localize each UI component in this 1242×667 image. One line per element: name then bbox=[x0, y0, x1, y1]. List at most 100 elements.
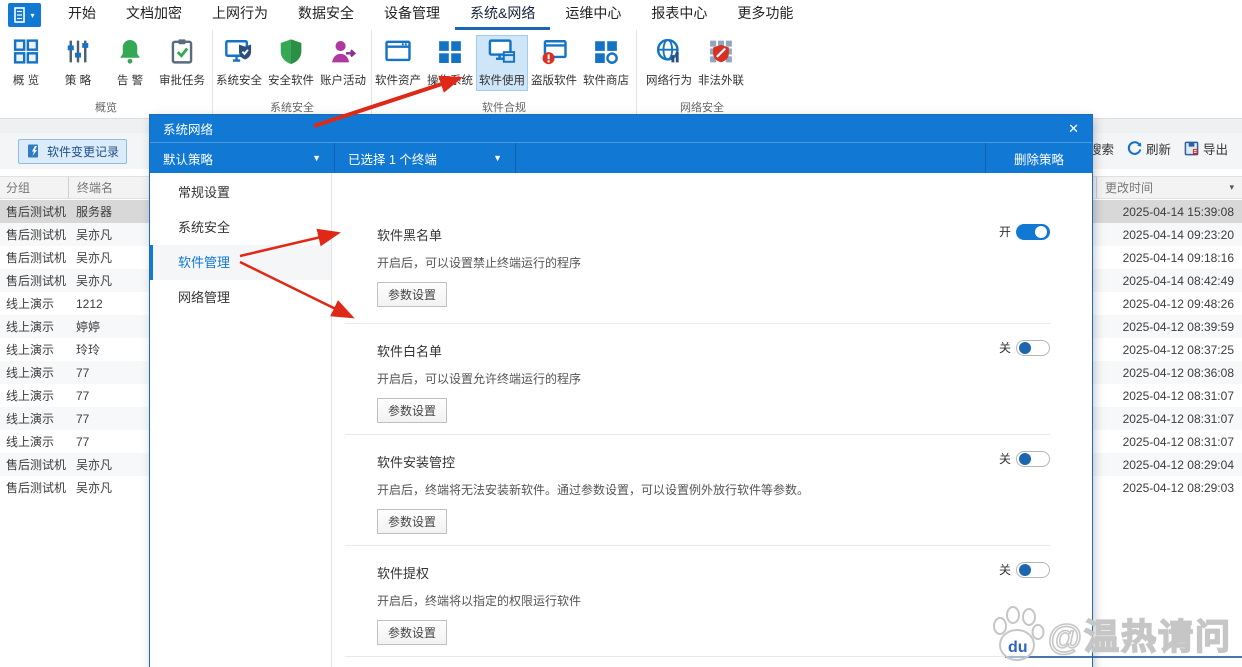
section-title: 软件提权 bbox=[377, 563, 1050, 582]
section-description: 开启后，可以设置允许终端运行的程序 bbox=[377, 370, 1050, 387]
ribbon-item-network-behavior[interactable]: 网络行为 bbox=[643, 35, 695, 91]
blacklist-toggle[interactable] bbox=[1016, 224, 1050, 240]
pirated-software-icon bbox=[539, 37, 569, 66]
monitor-shield-icon bbox=[224, 37, 254, 66]
section-title: 软件黑名单 bbox=[377, 225, 1050, 244]
tab-start[interactable]: 开始 bbox=[53, 0, 111, 30]
refresh-button[interactable]: 刷新 bbox=[1127, 139, 1171, 158]
section-software-blacklist: 软件黑名单 开启后，可以设置禁止终端运行的程序 参数设置 开 bbox=[345, 208, 1050, 324]
whitelist-toggle[interactable] bbox=[1016, 340, 1050, 356]
ribbon-group-system-security: 系统安全 安全软件 账户活动 系统安全 bbox=[213, 30, 372, 118]
tab-web-behavior[interactable]: 上网行为 bbox=[197, 0, 283, 30]
section-piracy-detection: 盗版检测 开启后，可以检测终端的盗版软件及盗版Windows系统信息 关 bbox=[345, 657, 1050, 667]
ribbon-group-label: 软件合规 bbox=[372, 99, 636, 115]
globe-chart-icon bbox=[654, 37, 684, 66]
install-control-toggle[interactable] bbox=[1016, 451, 1050, 467]
close-icon[interactable]: ✕ bbox=[1068, 121, 1079, 137]
privilege-toggle[interactable] bbox=[1016, 562, 1050, 578]
delete-policy-button[interactable]: 删除策略 bbox=[985, 143, 1092, 173]
toggle-state-label: 关 bbox=[999, 450, 1011, 467]
tab-more-functions[interactable]: 更多功能 bbox=[722, 0, 808, 30]
column-header-modified-time[interactable]: 更改时间▾ bbox=[1096, 177, 1242, 198]
param-settings-button[interactable]: 参数设置 bbox=[377, 620, 447, 645]
policy-sliders-icon bbox=[63, 37, 93, 66]
account-activity-icon bbox=[328, 37, 358, 66]
sort-caret-icon[interactable]: ▾ bbox=[1229, 182, 1234, 193]
ribbon-item-account-activity[interactable]: 账户活动 bbox=[317, 35, 369, 91]
app-menu-button[interactable]: ▾ bbox=[8, 3, 41, 27]
toggle-state-label: 关 bbox=[999, 339, 1011, 356]
app-window: ▾ 开始 文档加密 上网行为 数据安全 设备管理 系统&网络 运维中心 报表中心… bbox=[0, 0, 1242, 667]
ribbon-item-illegal-connection[interactable]: 非法外联 bbox=[695, 35, 747, 91]
dialog-sidebar: 常规设置 系统安全 软件管理 网络管理 bbox=[150, 173, 332, 667]
table-tools: 搜索 刷新 导出 bbox=[1070, 139, 1228, 158]
chevron-down-icon: ▼ bbox=[312, 153, 321, 163]
os-squares-icon bbox=[435, 37, 465, 66]
section-software-privilege: 软件提权 开启后，终端将以指定的权限运行软件 参数设置 关 bbox=[345, 546, 1050, 657]
ribbon-item-overview[interactable]: 概 览 bbox=[0, 35, 52, 91]
param-settings-button[interactable]: 参数设置 bbox=[377, 282, 447, 307]
window-bottom-edge bbox=[1005, 656, 1242, 658]
section-description: 开启后，可以设置禁止终端运行的程序 bbox=[377, 254, 1050, 271]
ribbon-item-system-security[interactable]: 系统安全 bbox=[213, 35, 265, 91]
tab-doc-encryption[interactable]: 文档加密 bbox=[111, 0, 197, 30]
chevron-down-icon: ▼ bbox=[493, 153, 502, 163]
ribbon-group-label: 概览 bbox=[0, 99, 212, 115]
ribbon-item-software-asset[interactable]: 软件资产 bbox=[372, 35, 424, 91]
dialog-title-bar[interactable]: 系统网络 ✕ bbox=[150, 115, 1092, 142]
section-description: 开启后，终端将以指定的权限运行软件 bbox=[377, 592, 1050, 609]
export-button[interactable]: 导出 bbox=[1184, 139, 1228, 158]
column-header-terminal[interactable]: 终端名 bbox=[68, 177, 154, 198]
dialog-toolbar: 默认策略▼ 已选择 1 个终端▼ 删除策略 bbox=[150, 142, 1092, 173]
software-usage-icon bbox=[487, 37, 517, 66]
toggle-state-label: 关 bbox=[999, 561, 1011, 578]
ribbon-group-overview: 概 览 策 略 告 警 审批任务 概览 bbox=[0, 30, 213, 118]
app-menu-caret-icon: ▾ bbox=[30, 11, 34, 20]
section-install-control: 软件安装管控 开启后，终端将无法安装新软件。通过参数设置，可以设置例外放行软件等… bbox=[345, 435, 1050, 546]
dialog-title: 系统网络 bbox=[163, 119, 213, 138]
policy-dropdown[interactable]: 默认策略▼ bbox=[150, 143, 335, 173]
dialog-content: 软件黑名单 开启后，可以设置禁止终端运行的程序 参数设置 开 软件白名单 开启后… bbox=[332, 173, 1092, 667]
section-description: 开启后，终端将无法安装新软件。通过参数设置，可以设置例外放行软件等参数。 bbox=[377, 481, 1050, 498]
ribbon-item-operating-system[interactable]: 操作系统 bbox=[424, 35, 476, 91]
tab-report-center[interactable]: 报表中心 bbox=[636, 0, 722, 30]
ribbon-toolbar: 概 览 策 略 告 警 审批任务 概览 bbox=[0, 30, 1242, 119]
ribbon-group-label: 系统安全 bbox=[213, 99, 371, 115]
tab-ops-center[interactable]: 运维中心 bbox=[550, 0, 636, 30]
export-save-icon bbox=[1184, 141, 1199, 156]
nav-item-general-settings[interactable]: 常规设置 bbox=[150, 175, 331, 210]
nav-item-software-management[interactable]: 软件管理 bbox=[150, 245, 331, 280]
ribbon-item-security-software[interactable]: 安全软件 bbox=[265, 35, 317, 91]
toggle-state-label: 开 bbox=[999, 223, 1011, 240]
tab-data-security[interactable]: 数据安全 bbox=[283, 0, 369, 30]
illegal-connection-icon bbox=[706, 37, 736, 66]
ribbon-item-pirated-software[interactable]: 盗版软件 bbox=[528, 35, 580, 91]
tab-device-management[interactable]: 设备管理 bbox=[369, 0, 455, 30]
ribbon-group-software-compliance: 软件资产 操作系统 软件使用 盗版软件 软件商店 bbox=[372, 30, 637, 118]
ribbon-item-approval-tasks[interactable]: 审批任务 bbox=[156, 35, 208, 91]
ribbon-group-label: 网络安全 bbox=[637, 99, 767, 115]
refresh-icon bbox=[1127, 141, 1142, 156]
ribbon-group-network-security: 网络行为 非法外联 网络安全 bbox=[637, 30, 767, 118]
app-logo-icon bbox=[14, 7, 28, 23]
tab-system-network[interactable]: 系统&网络 bbox=[455, 0, 550, 30]
ribbon-tab-bar: ▾ 开始 文档加密 上网行为 数据安全 设备管理 系统&网络 运维中心 报表中心… bbox=[0, 0, 1242, 31]
window-icon bbox=[383, 37, 413, 66]
terminal-selection-dropdown[interactable]: 已选择 1 个终端▼ bbox=[335, 143, 516, 173]
green-shield-icon bbox=[276, 37, 306, 66]
ribbon-item-software-store[interactable]: 软件商店 bbox=[580, 35, 632, 91]
ribbon-item-alerts[interactable]: 告 警 bbox=[104, 35, 156, 91]
param-settings-button[interactable]: 参数设置 bbox=[377, 509, 447, 534]
param-settings-button[interactable]: 参数设置 bbox=[377, 398, 447, 423]
software-change-log-button[interactable]: 软件变更记录 bbox=[18, 139, 127, 164]
section-software-whitelist: 软件白名单 开启后，可以设置允许终端运行的程序 参数设置 关 bbox=[345, 324, 1050, 435]
nav-item-network-management[interactable]: 网络管理 bbox=[150, 280, 331, 315]
approval-clipboard-icon bbox=[167, 37, 197, 66]
nav-item-system-security[interactable]: 系统安全 bbox=[150, 210, 331, 245]
ribbon-item-software-usage[interactable]: 软件使用 bbox=[476, 35, 528, 91]
section-title: 软件白名单 bbox=[377, 341, 1050, 360]
change-log-icon bbox=[26, 143, 42, 159]
ribbon-item-policy[interactable]: 策 略 bbox=[52, 35, 104, 91]
column-header-group[interactable]: 分组 bbox=[0, 179, 68, 196]
section-title: 软件安装管控 bbox=[377, 452, 1050, 471]
